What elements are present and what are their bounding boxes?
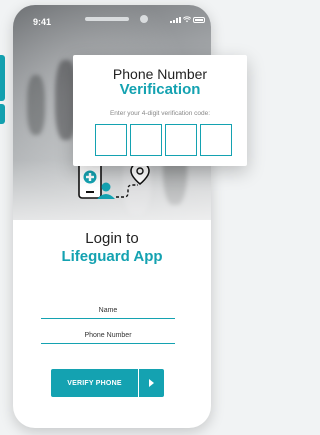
arrow-right-icon[interactable] <box>138 369 164 397</box>
decor-accent-bar <box>0 104 5 124</box>
verify-phone-button[interactable]: VERIFY PHONE <box>51 369 164 397</box>
code-input-row <box>95 124 232 156</box>
wifi-icon <box>183 16 191 23</box>
code-digit-input[interactable] <box>130 124 162 156</box>
verification-hint: Enter your 4-digit verification code: <box>109 110 211 117</box>
phone-number-input[interactable]: Phone Number <box>41 330 175 344</box>
verification-card: Phone Number Verification Enter your 4-d… <box>73 55 247 166</box>
app-name-title: Lifeguard App <box>61 248 163 265</box>
code-digit-input[interactable] <box>95 124 127 156</box>
status-bar: 9:41 <box>13 5 211 35</box>
decor-accent-bar <box>0 55 5 101</box>
code-digit-input[interactable] <box>200 124 232 156</box>
name-input[interactable]: Name <box>41 305 175 319</box>
signal-icon <box>170 17 181 23</box>
status-icons <box>170 16 205 23</box>
photo-figure <box>27 75 45 135</box>
login-title: Login to <box>85 230 139 247</box>
battery-icon <box>193 17 205 23</box>
status-time: 9:41 <box>33 17 52 27</box>
verify-phone-label: VERIFY PHONE <box>67 379 122 387</box>
verification-title: Phone Number <box>112 66 208 82</box>
verification-title-emphasis: Verification <box>119 81 201 98</box>
code-digit-input[interactable] <box>165 124 197 156</box>
